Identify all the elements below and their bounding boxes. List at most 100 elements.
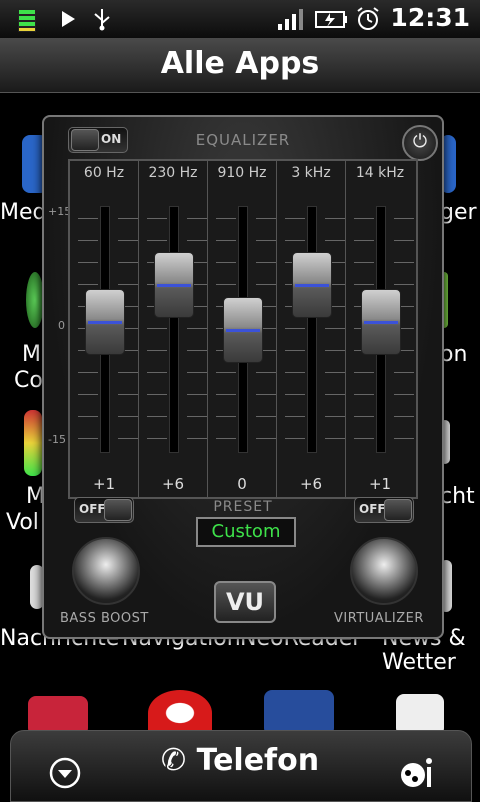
scale-tick	[394, 438, 414, 439]
equalizer-bands: 60 Hz +1 230 Hz +6 910 Hz 0 3 kHz +6 14 kHz +1	[68, 159, 418, 499]
scale-tick	[256, 218, 276, 219]
toggle-knob	[71, 129, 99, 151]
app-label-vol[interactable]: Vol	[6, 510, 39, 535]
app-label-cht[interactable]: cht	[440, 484, 475, 509]
virtualizer-label: VIRTUALIZER	[334, 611, 424, 626]
band-gain-label: +6	[299, 475, 323, 493]
app-drawer-header: Alle Apps	[0, 38, 480, 93]
scale-tick	[118, 372, 138, 373]
slider-indicator-line	[88, 321, 122, 325]
app-label-on[interactable]: on	[440, 342, 467, 367]
scale-tick	[187, 394, 207, 395]
scale-tick	[187, 240, 207, 241]
scale-tick	[285, 438, 305, 439]
slider-track[interactable]	[169, 206, 179, 453]
band-frequency-label: 230 Hz	[148, 165, 198, 181]
scale-tick	[394, 284, 414, 285]
scale-tick	[394, 218, 414, 219]
scale-tick	[147, 416, 167, 417]
scale-tick	[216, 438, 236, 439]
scale-tick	[216, 394, 236, 395]
eq-slider-knob[interactable]	[154, 252, 194, 319]
eq-slider-knob[interactable]	[361, 289, 401, 356]
scale-tick	[256, 416, 276, 417]
battery-level-icon	[18, 8, 36, 32]
equalizer-toggle-label: ON	[101, 132, 122, 146]
app-label-co[interactable]: Co	[14, 368, 43, 393]
scale-tick	[394, 240, 414, 241]
page-title: Alle Apps	[160, 46, 320, 81]
scale-tick	[118, 438, 138, 439]
scale-tick	[256, 438, 276, 439]
eq-band: 910 Hz 0	[208, 161, 277, 497]
chevron-down-circle-icon[interactable]	[47, 755, 83, 791]
scale-tick	[354, 218, 374, 219]
eq-band: 3 kHz +6	[277, 161, 346, 497]
scale-tick	[354, 372, 374, 373]
scale-tick	[394, 262, 414, 263]
scale-tick	[285, 328, 305, 329]
scale-tick	[354, 240, 374, 241]
app-label-m[interactable]: M	[22, 342, 41, 367]
status-bar: 12:31	[0, 0, 480, 38]
scale-tick	[118, 394, 138, 395]
preset-selector[interactable]: Custom	[196, 517, 296, 547]
slider-indicator-line	[295, 284, 329, 288]
scale-tick	[285, 350, 305, 351]
app-label-wetter[interactable]: Wetter	[382, 650, 456, 675]
band-frequency-label: 3 kHz	[291, 165, 331, 181]
slider-indicator-line	[364, 321, 398, 325]
phone-label: Telefon	[196, 743, 320, 778]
scale-tick	[325, 394, 345, 395]
scale-tick	[285, 218, 305, 219]
scale-tick	[354, 438, 374, 439]
equalizer-on-toggle[interactable]: ON	[68, 127, 128, 153]
scale-tick	[394, 394, 414, 395]
phone-button[interactable]: ✆ Telefon	[161, 743, 319, 778]
slider-indicator-line	[226, 328, 260, 332]
scale-tick	[78, 262, 98, 263]
band-frequency-label: 14 kHz	[355, 165, 405, 181]
scale-tick	[78, 438, 98, 439]
eq-band: 230 Hz +6	[139, 161, 208, 497]
scale-tick	[147, 394, 167, 395]
phone-icon: ✆	[161, 743, 187, 778]
scale-tick	[147, 328, 167, 329]
eq-band: 14 kHz +1	[346, 161, 414, 497]
virtualizer-knob[interactable]	[350, 537, 418, 605]
band-gain-label: +6	[161, 475, 185, 493]
scale-tick	[147, 372, 167, 373]
scale-tick	[118, 218, 138, 219]
scale-tick	[118, 262, 138, 263]
personalize-icon[interactable]	[397, 753, 437, 793]
app-icon-volume[interactable]	[24, 410, 42, 476]
scale-tick	[354, 394, 374, 395]
equalizer-widget: EQUALIZER ON ⏻ +15 0 -15 60 Hz +1 230 Hz +6…	[42, 115, 444, 639]
app-label-ger[interactable]: ger	[440, 200, 477, 225]
eq-slider-knob[interactable]	[292, 252, 332, 319]
bass-boost-label: BASS BOOST	[60, 611, 149, 626]
scale-tick	[78, 416, 98, 417]
scale-tick	[216, 262, 236, 263]
scale-tick	[325, 416, 345, 417]
scale-tick	[78, 240, 98, 241]
scale-tick	[118, 240, 138, 241]
app-label-med[interactable]: Med	[0, 200, 46, 225]
eq-slider-knob[interactable]	[223, 296, 263, 363]
preset-label: PRESET	[213, 499, 273, 515]
scale-tick	[216, 240, 236, 241]
scale-tick	[325, 240, 345, 241]
scale-tick	[216, 372, 236, 373]
scale-tick	[118, 416, 138, 417]
scale-tick	[325, 218, 345, 219]
scale-tick	[256, 240, 276, 241]
slider-track[interactable]	[307, 206, 317, 453]
scale-tick	[325, 350, 345, 351]
scale-tick	[216, 218, 236, 219]
vu-button[interactable]: VU	[214, 581, 276, 623]
eq-slider-knob[interactable]	[85, 289, 125, 356]
bass-boost-knob[interactable]	[72, 537, 140, 605]
scale-tick	[187, 416, 207, 417]
scale-tick	[256, 284, 276, 285]
power-button[interactable]: ⏻	[402, 125, 438, 161]
